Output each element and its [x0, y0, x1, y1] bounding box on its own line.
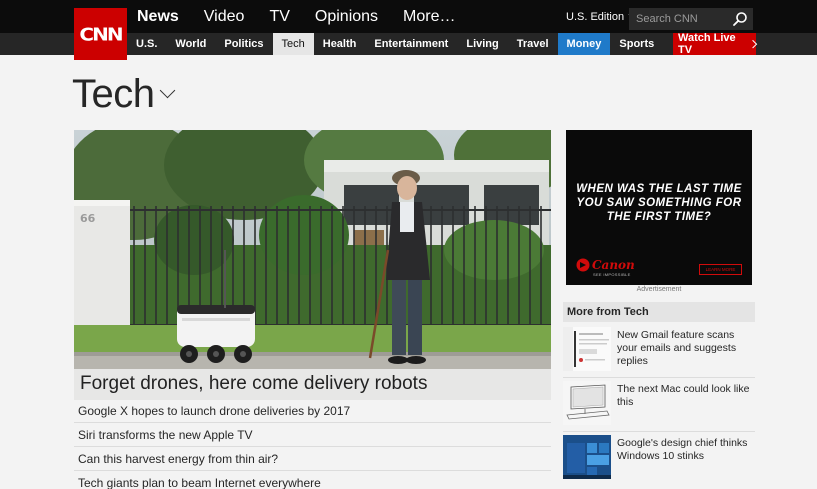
- divider: [563, 377, 755, 378]
- section-travel[interactable]: Travel: [508, 33, 558, 55]
- headline-list: Google X hopes to launch drone deliverie…: [74, 399, 551, 489]
- hero-image: 66: [74, 130, 551, 400]
- section-nav: U.S. World Politics Tech Health Entertai…: [127, 33, 663, 55]
- nav-opinions[interactable]: Opinions: [315, 8, 378, 26]
- story-thumbnail[interactable]: [563, 381, 611, 425]
- canon-logo-icon: [576, 258, 590, 272]
- mac-sketch-image: [563, 381, 611, 425]
- nav-video[interactable]: Video: [204, 8, 245, 26]
- watch-live-tv-button[interactable]: Watch Live TV: [673, 32, 758, 56]
- section-politics[interactable]: Politics: [215, 33, 272, 55]
- windows-10-screenshot-image: [563, 435, 611, 479]
- list-item[interactable]: The next Mac could look like this: [563, 381, 755, 433]
- nav-more[interactable]: More…: [403, 8, 455, 26]
- headline-item[interactable]: Google X hopes to launch drone deliverie…: [74, 399, 551, 423]
- ad-copy: WHEN WAS THE LAST TIME YOU SAW SOMETHING…: [566, 182, 752, 224]
- section-living[interactable]: Living: [457, 33, 507, 55]
- section-us[interactable]: U.S.: [127, 33, 166, 55]
- story-thumbnail[interactable]: [563, 435, 611, 479]
- nav-tv[interactable]: TV: [269, 8, 289, 26]
- advertisement-banner[interactable]: WHEN WAS THE LAST TIME YOU SAW SOMETHING…: [566, 130, 752, 285]
- hero-caption: Forget drones, here come delivery robots: [74, 369, 551, 400]
- ad-line: WHEN WAS THE LAST TIME: [576, 183, 742, 195]
- header: CNN News Video TV Opinions More… U.S. Ed…: [0, 0, 817, 60]
- ad-tagline: SEE IMPOSSIBLE: [593, 272, 631, 277]
- page: CNN News Video TV Opinions More… U.S. Ed…: [0, 0, 817, 489]
- ad-line: THE FIRST TIME?: [606, 211, 712, 223]
- main-nav: News Video TV Opinions More…: [137, 0, 481, 33]
- story-thumbnail[interactable]: [563, 327, 611, 371]
- list-item[interactable]: Google's design chief thinks Windows 10 …: [563, 435, 755, 487]
- section-world[interactable]: World: [166, 33, 215, 55]
- section-tech[interactable]: Tech: [272, 33, 314, 55]
- section-money[interactable]: Money: [557, 33, 611, 55]
- gmail-screenshot-image: [563, 327, 611, 371]
- advertisement-label: Advertisement: [636, 286, 682, 293]
- page-title: Tech: [72, 72, 155, 116]
- more-from-tech-heading: More from Tech: [563, 302, 755, 322]
- list-item[interactable]: New Gmail feature scans your emails and …: [563, 327, 755, 379]
- hero-story[interactable]: 66 Forget drones, here come delivery rob…: [74, 130, 551, 400]
- headline-item[interactable]: Tech giants plan to beam Internet everyw…: [74, 471, 551, 489]
- cnn-logo-text: CNN: [79, 23, 123, 45]
- edition-label: U.S. Edition: [566, 10, 625, 23]
- story-title[interactable]: New Gmail feature scans your emails and …: [617, 329, 753, 368]
- cnn-logo[interactable]: CNN: [74, 8, 127, 60]
- headline-item[interactable]: Siri transforms the new Apple TV: [74, 423, 551, 447]
- search-box: [629, 8, 753, 30]
- story-title[interactable]: The next Mac could look like this: [617, 383, 753, 409]
- ad-line: YOU SAW SOMETHING FOR: [576, 197, 742, 209]
- section-entertainment[interactable]: Entertainment: [365, 33, 457, 55]
- divider: [563, 431, 755, 432]
- headline-item[interactable]: Can this harvest energy from thin air?: [74, 447, 551, 471]
- house-number: 66: [80, 212, 96, 225]
- story-title[interactable]: Google's design chief thinks Windows 10 …: [617, 437, 753, 463]
- ad-learn-more-button[interactable]: LEARN MORE: [699, 264, 742, 275]
- search-input[interactable]: [629, 8, 729, 30]
- chevron-down-icon[interactable]: [159, 82, 176, 99]
- ad-brand-name: Canon: [592, 258, 635, 272]
- watch-live-tv-label: Watch Live TV: [678, 32, 736, 56]
- edition-selector[interactable]: U.S. Edition: [566, 0, 639, 33]
- hero-headline[interactable]: Forget drones, here come delivery robots: [80, 373, 427, 395]
- section-health[interactable]: Health: [314, 33, 366, 55]
- section-sports[interactable]: Sports: [610, 33, 663, 55]
- nav-news[interactable]: News: [137, 8, 179, 26]
- search-icon[interactable]: [732, 11, 748, 27]
